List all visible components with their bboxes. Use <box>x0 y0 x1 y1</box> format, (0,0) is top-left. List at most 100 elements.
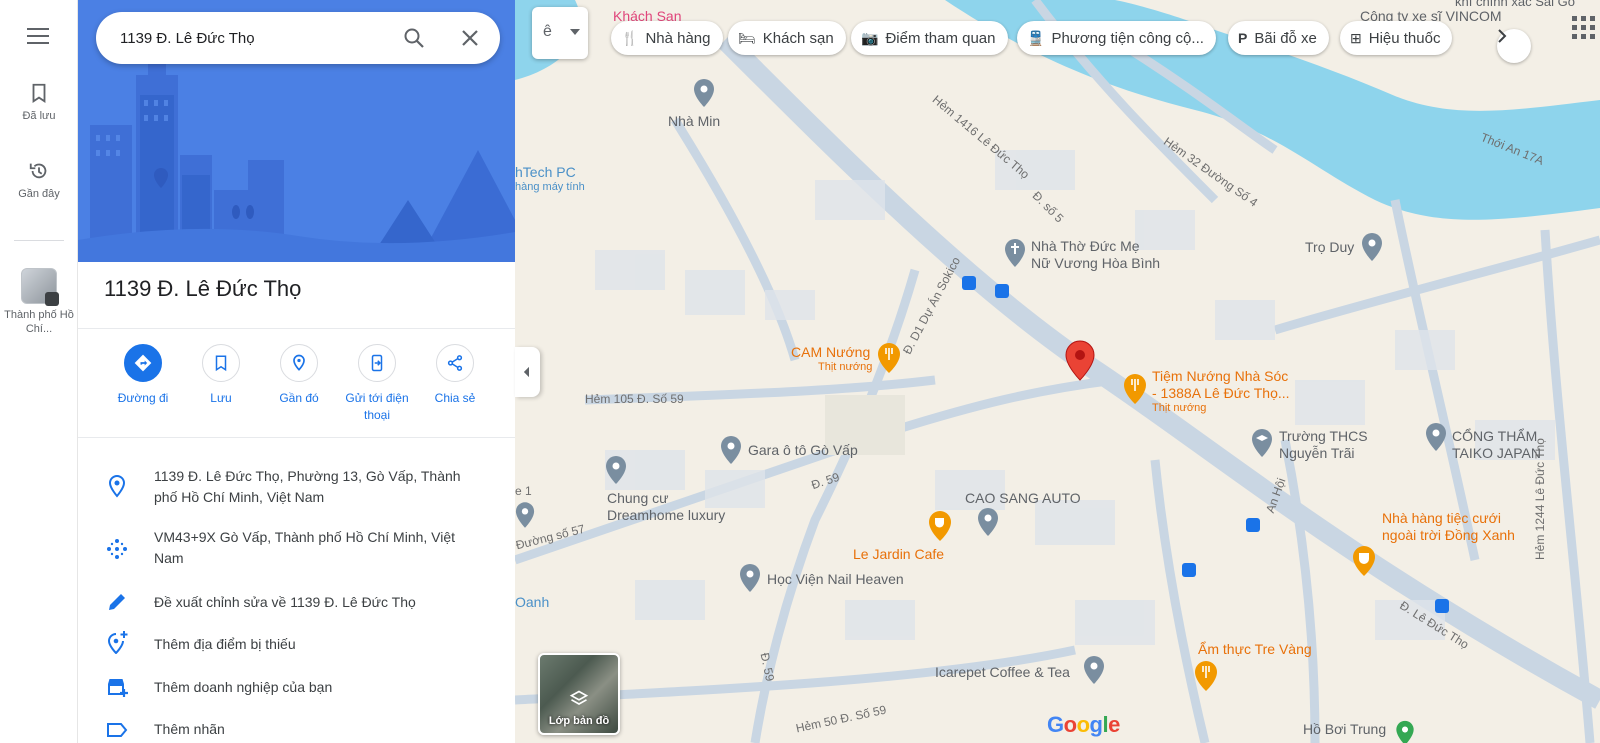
lodging-pin-icon[interactable] <box>1361 232 1383 262</box>
school-pin-icon[interactable] <box>1251 428 1273 458</box>
recent-place-item[interactable]: Thành phố Hồ Chí... <box>0 268 78 336</box>
map-label-tiem-sub: Thịt nướng <box>1152 402 1207 414</box>
map-label-truong-1[interactable]: Trường THCS <box>1279 428 1368 444</box>
add-missing-place-row[interactable]: Thêm địa điểm bị thiếu <box>78 631 515 658</box>
map-label-nha-tho-2[interactable]: Nữ Vương Hòa Bình <box>1031 255 1160 271</box>
map-label-nha-hang-1[interactable]: Nhà hàng tiệc cưới <box>1382 510 1501 526</box>
label-icon <box>107 723 128 737</box>
chip-attractions[interactable]: 📷 Điểm tham quan <box>851 21 1008 55</box>
map-label-oanh[interactable]: Oanh <box>515 594 549 610</box>
share-label: Chia sẻ <box>434 391 476 405</box>
map-label-tiem-1[interactable]: Tiệm Nướng Nhà Sóc <box>1152 368 1288 384</box>
map-label-hoc-vien[interactable]: Học Viện Nail Heaven <box>767 571 904 587</box>
cafe-pin-icon[interactable] <box>928 510 952 542</box>
recent-button[interactable]: Gần đây <box>0 160 78 200</box>
chip-restaurants[interactable]: 🍴 Nhà hàng <box>611 21 723 55</box>
map-pin-icon[interactable] <box>1083 655 1105 685</box>
map-canvas[interactable]: ê 🍴 Nhà hàng 🛏 Khách sạn 📷 Điểm tham quan 🚆… <box>515 0 1600 743</box>
map-pin-icon[interactable] <box>720 435 742 465</box>
map-label-icarepet[interactable]: Icarepet Coffee & Tea <box>935 664 1070 680</box>
map-label-ho-boi[interactable]: Hồ Bơi Trung <box>1303 721 1386 737</box>
divider <box>78 437 515 438</box>
place-actions: Đường đi Lưu Gần đó Gửi tới điện thoại C… <box>100 344 500 424</box>
rail-divider <box>14 240 64 241</box>
collapse-panel-button[interactable] <box>515 347 540 397</box>
map-pin-icon[interactable] <box>605 455 627 485</box>
park-pin-icon[interactable] <box>1395 720 1415 743</box>
nearby-button[interactable]: Gần đó <box>256 344 342 407</box>
map-label-cam-nuong-sub: Thịt nướng <box>818 361 873 373</box>
saved-label: Đã lưu <box>22 110 56 122</box>
map-label-tiem-2[interactable]: - 1388A Lê Đức Thọ... <box>1152 385 1290 401</box>
nearby-label: Gần đó <box>279 391 319 405</box>
map-label-le-jardin[interactable]: Le Jardin Cafe <box>853 546 944 562</box>
chip-pharmacy-label: Hiệu thuốc <box>1368 29 1441 47</box>
chip-hotels[interactable]: 🛏 Khách sạn <box>728 21 846 55</box>
restaurant-pin-icon[interactable] <box>1123 373 1147 405</box>
restaurant-pin-icon[interactable] <box>1352 545 1376 577</box>
share-button[interactable]: Chia sẻ <box>412 344 498 407</box>
suggest-edit-text: Đề xuất chỉnh sửa về 1139 Đ. Lê Đức Thọ <box>154 594 416 610</box>
bus-stop-icon[interactable] <box>1182 563 1196 577</box>
map-label-cong-tham-2[interactable]: TAIKO JAPAN <box>1452 445 1541 461</box>
add-label-row[interactable]: Thêm nhãn <box>78 719 515 743</box>
bus-stop-icon[interactable] <box>962 276 976 290</box>
selected-location-pin-icon[interactable] <box>1064 340 1096 382</box>
directions-button[interactable]: Đường đi <box>100 344 186 407</box>
map-pin-icon[interactable] <box>739 563 761 593</box>
place-title: 1139 Đ. Lê Đức Thọ <box>104 276 302 301</box>
layers-icon <box>569 690 589 705</box>
search-input[interactable] <box>120 12 390 64</box>
translate-button[interactable]: ê <box>532 7 588 59</box>
map-pin-icon[interactable] <box>515 500 535 530</box>
church-pin-icon[interactable] <box>1004 238 1026 268</box>
map-label-khi-chinh[interactable]: khí chính xác Sai Gò <box>1455 0 1575 9</box>
map-label-nha-tho-1[interactable]: Nhà Thờ Đức Mẹ <box>1031 238 1140 254</box>
bookmark-icon <box>32 83 46 103</box>
restaurant-pin-icon[interactable] <box>1194 660 1218 692</box>
menu-icon[interactable] <box>27 28 49 46</box>
chip-parking[interactable]: P Bãi đỗ xe <box>1228 21 1329 55</box>
map-label-chung-cu-1[interactable]: Chung cư <box>607 490 669 506</box>
plus-code-row[interactable]: VM43+9X Gò Vấp, Thành phố Hồ Chí Minh, V… <box>78 525 515 571</box>
pharmacy-icon: ⊞ <box>1350 29 1362 46</box>
map-label-truong-2[interactable]: Nguyễn Trãi <box>1279 445 1354 461</box>
map-pin-icon[interactable] <box>1425 422 1447 452</box>
bus-stop-icon[interactable] <box>1246 518 1260 532</box>
bus-stop-icon[interactable] <box>1435 599 1449 613</box>
map-label-cam-nuong[interactable]: CAM Nướng <box>791 344 870 360</box>
search-icon[interactable] <box>402 26 426 50</box>
saved-button[interactable]: Đã lưu <box>0 82 78 122</box>
address-text: 1139 Đ. Lê Đức Thọ, Phường 13, Gò Vấp, T… <box>154 468 461 505</box>
bus-stop-icon[interactable] <box>995 284 1009 298</box>
chip-pharmacy[interactable]: ⊞ Hiệu thuốc <box>1340 21 1453 55</box>
map-label-tro-duy[interactable]: Trọ Duy <box>1305 239 1354 255</box>
map-pin-icon[interactable] <box>977 507 999 537</box>
map-label-cong-tham-1[interactable]: CỔNG THẨM <box>1452 428 1537 444</box>
map-label-cao-sang[interactable]: CAO SANG AUTO <box>965 490 1081 506</box>
map-label-chung-cu-2[interactable]: Dreamhome luxury <box>607 507 725 523</box>
apps-grid-icon[interactable] <box>1572 16 1596 40</box>
close-icon[interactable] <box>458 26 482 50</box>
map-label-am-thuc[interactable]: Ẩm thực Tre Vàng <box>1198 641 1312 657</box>
map-label-gara[interactable]: Gara ô tô Gò Vấp <box>748 442 858 458</box>
map-label-nha-min[interactable]: Nhà Min <box>668 113 720 129</box>
add-business-row[interactable]: Thêm doanh nghiệp của bạn <box>78 676 515 702</box>
map-pin-icon[interactable] <box>693 78 715 108</box>
suggest-edit-row[interactable]: Đề xuất chỉnh sửa về 1139 Đ. Lê Đức Thọ <box>78 590 515 616</box>
chevron-left-icon <box>524 367 529 377</box>
map-layers-button[interactable]: Lớp bản đồ <box>538 653 620 735</box>
directions-icon <box>134 354 152 372</box>
chip-transit[interactable]: 🚆 Phương tiện công cộ... <box>1017 21 1216 55</box>
map-label-htech[interactable]: hTech PC <box>515 164 576 180</box>
address-row[interactable]: 1139 Đ. Lê Đức Thọ, Phường 13, Gò Vấp, T… <box>78 464 515 510</box>
transit-icon: 🚆 <box>1027 29 1045 46</box>
restaurant-pin-icon[interactable] <box>877 342 901 374</box>
map-label-nha-hang-2[interactable]: ngoài trời Đồng Xanh <box>1382 527 1515 543</box>
translate-label: ê <box>543 23 552 40</box>
save-button[interactable]: Lưu <box>178 344 264 407</box>
send-to-phone-button[interactable]: Gửi tới điện thoại <box>334 344 420 424</box>
chips-next-button[interactable] <box>1497 29 1531 63</box>
map-layers-label: Lớp bản đồ <box>548 715 610 727</box>
bookmark-icon <box>215 355 227 372</box>
